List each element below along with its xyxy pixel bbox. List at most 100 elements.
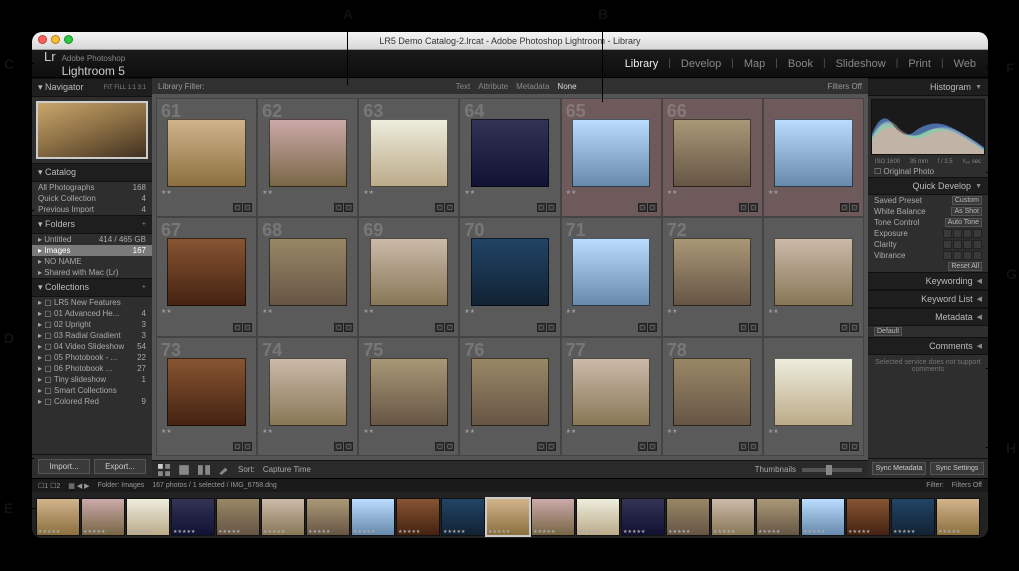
- filmstrip-thumb[interactable]: ★★★★★: [801, 498, 845, 536]
- rating-stars[interactable]: ★★: [363, 428, 374, 435]
- filmstrip-thumb[interactable]: ★★★★★: [621, 498, 665, 536]
- thumbnail-image[interactable]: [673, 119, 751, 187]
- vibrance-steppers[interactable]: [943, 251, 982, 260]
- grid-cell[interactable]: 64★★▢▢: [459, 98, 560, 217]
- folder-row[interactable]: ▸ Untitled414 / 465 GB: [32, 234, 152, 245]
- filmstrip-thumb[interactable]: ★★★★★: [351, 498, 395, 536]
- catalog-row[interactable]: Previous Import4: [32, 204, 152, 215]
- auto-tone-button[interactable]: Auto Tone: [945, 218, 982, 227]
- thumbnail-badges[interactable]: ▢▢: [638, 203, 657, 212]
- clarity-steppers[interactable]: [943, 240, 982, 249]
- zoom-icon[interactable]: [64, 35, 73, 44]
- panel-header-metadata[interactable]: Metadata◀: [868, 308, 988, 326]
- rating-stars[interactable]: ★★: [667, 189, 678, 196]
- rating-stars[interactable]: ★★: [464, 189, 475, 196]
- rating-stars[interactable]: ★★: [161, 308, 172, 315]
- grid-cell[interactable]: 67★★▢▢: [156, 217, 257, 336]
- navigator-preview[interactable]: [36, 101, 148, 159]
- navigator-header[interactable]: ▾ Navigator FIT FILL 1:1 3:1: [32, 78, 152, 97]
- painter-icon[interactable]: [218, 464, 230, 476]
- grid-view-icon[interactable]: [158, 464, 170, 476]
- module-map[interactable]: Map: [744, 58, 765, 70]
- collection-row[interactable]: ▸ ▢ Tiny slideshow1: [32, 374, 152, 385]
- thumbnail-image[interactable]: [167, 358, 245, 426]
- thumbnail-image[interactable]: [774, 119, 852, 187]
- folder-path[interactable]: Folder: Images: [98, 482, 145, 489]
- folder-row[interactable]: ▸ Images167: [32, 245, 152, 256]
- rating-stars[interactable]: ★★: [667, 428, 678, 435]
- thumbnail-image[interactable]: [673, 238, 751, 306]
- module-book[interactable]: Book: [788, 58, 813, 70]
- navigator-modes[interactable]: FIT FILL 1:1 3:1: [104, 85, 146, 91]
- thumbnail-badges[interactable]: ▢▢: [334, 203, 353, 212]
- thumbnail-image[interactable]: [269, 119, 347, 187]
- filmstrip-thumb[interactable]: ★★★★★: [576, 498, 620, 536]
- rating-stars[interactable]: ★★: [363, 189, 374, 196]
- thumbnail-image[interactable]: [774, 358, 852, 426]
- grid-cell[interactable]: 63★★▢▢: [358, 98, 459, 217]
- thumbnail-size-slider[interactable]: [802, 468, 862, 472]
- thumbnail-badges[interactable]: ▢▢: [334, 442, 353, 451]
- filmstrip-thumb[interactable]: ★★★★★: [846, 498, 890, 536]
- grid-cell[interactable]: 77★★▢▢: [561, 337, 662, 456]
- grid-nav-icons[interactable]: ▦ ◀ ▶: [68, 482, 89, 490]
- filmstrip-thumb[interactable]: ★★★★★: [126, 498, 170, 536]
- module-web[interactable]: Web: [954, 58, 976, 70]
- grid-cell[interactable]: 65★★▢▢: [561, 98, 662, 217]
- thumbnail-badges[interactable]: ▢▢: [638, 442, 657, 451]
- module-library[interactable]: Library: [625, 58, 659, 70]
- metadata-preset[interactable]: Default: [874, 327, 902, 336]
- filmstrip-thumb[interactable]: ★★★★★: [531, 498, 575, 536]
- rating-stars[interactable]: ★★: [768, 428, 779, 435]
- rating-stars[interactable]: ★★: [768, 308, 779, 315]
- rating-stars[interactable]: ★★: [566, 428, 577, 435]
- catalog-row[interactable]: All Photographs168: [32, 182, 152, 193]
- thumbnail-image[interactable]: [572, 119, 650, 187]
- folder-row[interactable]: ▸ NO NAME: [32, 256, 152, 267]
- rating-stars[interactable]: ★★: [262, 189, 273, 196]
- thumbnail-badges[interactable]: ▢▢: [739, 203, 758, 212]
- grid-cell[interactable]: 68★★▢▢: [257, 217, 358, 336]
- filmstrip-thumb[interactable]: ★★★★★: [486, 498, 530, 536]
- grid-cell[interactable]: 72★★▢▢: [662, 217, 763, 336]
- thumbnail-badges[interactable]: ▢▢: [739, 442, 758, 451]
- filmstrip-thumb[interactable]: ★★★★★: [396, 498, 440, 536]
- thumbnail-badges[interactable]: ▢▢: [537, 323, 556, 332]
- sync-metadata-button[interactable]: Sync Metadata: [872, 462, 926, 475]
- filmstrip-thumb[interactable]: ★★★★★: [756, 498, 800, 536]
- thumbnail-image[interactable]: [370, 238, 448, 306]
- collection-row[interactable]: ▸ ▢ 06 Photobook ...27: [32, 363, 152, 374]
- thumbnail-badges[interactable]: ▢▢: [435, 442, 454, 451]
- catalog-header[interactable]: ▾ Catalog: [32, 163, 152, 182]
- module-develop[interactable]: Develop: [681, 58, 721, 70]
- thumbnail-badges[interactable]: ▢▢: [334, 323, 353, 332]
- thumbnail-image[interactable]: [370, 358, 448, 426]
- thumbnail-grid[interactable]: 61★★▢▢62★★▢▢63★★▢▢64★★▢▢65★★▢▢66★★▢▢★★▢▢…: [152, 94, 868, 460]
- exposure-steppers[interactable]: [943, 229, 982, 238]
- folder-row[interactable]: ▸ Shared with Mac (Lr): [32, 267, 152, 278]
- thumbnail-image[interactable]: [673, 358, 751, 426]
- second-window-toggle[interactable]: ☐1 ☐2: [38, 482, 60, 490]
- collection-row[interactable]: ▸ ▢ Smart Collections: [32, 385, 152, 396]
- filmstrip-thumb[interactable]: ★★★★★: [441, 498, 485, 536]
- filmstrip-thumb[interactable]: ★★★★★: [711, 498, 755, 536]
- quick-develop-header[interactable]: Quick Develop▼: [868, 177, 988, 195]
- thumbnail-image[interactable]: [471, 119, 549, 187]
- grid-cell[interactable]: ★★▢▢: [763, 217, 864, 336]
- histogram-header[interactable]: Histogram▼: [868, 78, 988, 96]
- thumbnail-image[interactable]: [471, 358, 549, 426]
- grid-cell[interactable]: 69★★▢▢: [358, 217, 459, 336]
- thumbnail-image[interactable]: [774, 238, 852, 306]
- thumbnail-image[interactable]: [167, 119, 245, 187]
- filmstrip-thumb[interactable]: ★★★★★: [81, 498, 125, 536]
- grid-cell[interactable]: 78★★▢▢: [662, 337, 763, 456]
- rating-stars[interactable]: ★★: [262, 308, 273, 315]
- reset-all-button[interactable]: Reset All: [948, 262, 982, 271]
- thumbnail-badges[interactable]: ▢▢: [435, 203, 454, 212]
- loupe-view-icon[interactable]: [178, 464, 190, 476]
- filmstrip-thumb[interactable]: ★★★★★: [36, 498, 80, 536]
- close-icon[interactable]: [38, 35, 47, 44]
- grid-cell[interactable]: 62★★▢▢: [257, 98, 358, 217]
- thumbnail-badges[interactable]: ▢▢: [233, 442, 252, 451]
- saved-preset-value[interactable]: Custom: [952, 196, 982, 205]
